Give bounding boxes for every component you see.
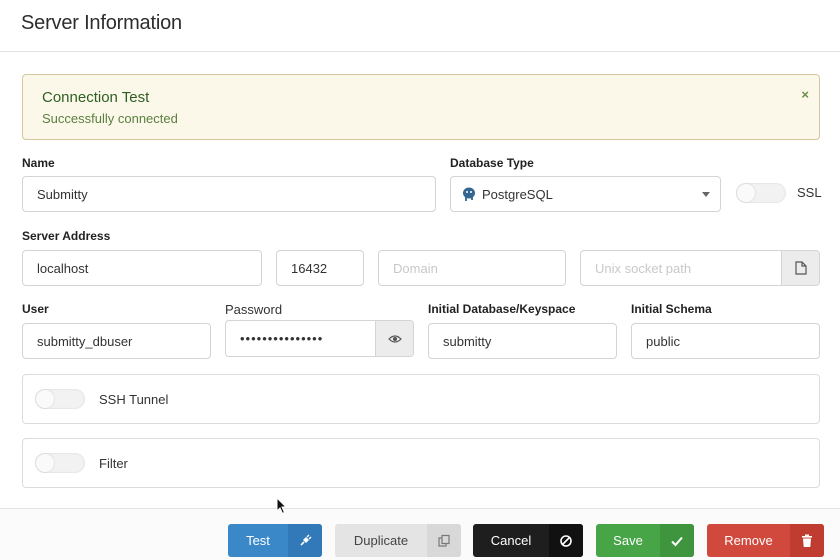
plug-icon: [288, 524, 322, 557]
port-input[interactable]: 16432: [276, 250, 364, 286]
file-icon[interactable]: [781, 251, 819, 285]
host-input[interactable]: localhost: [22, 250, 262, 286]
dialog-header: Server Information: [0, 0, 840, 52]
ssl-label: SSL: [797, 185, 822, 200]
user-label: User: [22, 302, 49, 316]
alert-title: Connection Test: [42, 89, 150, 106]
alert-message: Successfully connected: [42, 111, 178, 126]
save-button-label: Save: [613, 533, 643, 548]
copy-icon: [427, 524, 461, 557]
name-input[interactable]: Submitty: [22, 176, 436, 212]
initial-database-input[interactable]: submitty: [428, 323, 617, 359]
duplicate-button[interactable]: Duplicate: [335, 524, 461, 557]
domain-input[interactable]: Domain: [378, 250, 566, 286]
initial-database-label: Initial Database/Keyspace: [428, 302, 576, 316]
database-type-select[interactable]: PostgreSQL: [450, 176, 721, 212]
socket-path-input[interactable]: Unix socket path: [580, 250, 820, 286]
password-label: Password: [225, 302, 283, 317]
ssh-tunnel-toggle[interactable]: [35, 389, 85, 409]
filter-label: Filter: [99, 456, 128, 471]
cancel-button[interactable]: Cancel: [473, 524, 583, 557]
name-label: Name: [22, 156, 55, 170]
test-button[interactable]: Test: [228, 524, 322, 557]
page-title: Server Information: [21, 12, 182, 34]
filter-toggle[interactable]: [35, 453, 85, 473]
test-button-label: Test: [246, 533, 270, 548]
ssh-tunnel-label: SSH Tunnel: [99, 392, 169, 407]
remove-button[interactable]: Remove: [707, 524, 824, 557]
eye-icon[interactable]: [375, 321, 413, 356]
initial-schema-input[interactable]: public: [631, 323, 820, 359]
password-input[interactable]: •••••••••••••••: [225, 320, 414, 357]
user-input[interactable]: submitty_dbuser: [22, 323, 211, 359]
chevron-down-icon: [702, 192, 710, 197]
socket-path-placeholder: Unix socket path: [595, 260, 692, 276]
ssh-tunnel-panel: SSH Tunnel: [22, 374, 820, 424]
remove-button-label: Remove: [724, 533, 773, 548]
ssl-toggle[interactable]: [736, 183, 786, 203]
postgresql-elephant-icon: [461, 186, 477, 202]
database-type-value: PostgreSQL: [482, 186, 553, 202]
password-value: •••••••••••••••: [240, 331, 324, 346]
server-address-label: Server Address: [22, 229, 111, 243]
initial-schema-label: Initial Schema: [631, 302, 712, 316]
database-type-label: Database Type: [450, 156, 534, 170]
ban-icon: [549, 524, 583, 557]
close-icon[interactable]: ×: [801, 87, 809, 102]
save-button[interactable]: Save: [596, 524, 694, 557]
mouse-cursor-icon: [276, 496, 288, 520]
cancel-button-label: Cancel: [490, 533, 532, 548]
trash-icon: [790, 524, 824, 557]
connection-test-alert: Connection Test Successfully connected ×: [22, 74, 820, 140]
filter-panel: Filter: [22, 438, 820, 488]
duplicate-button-label: Duplicate: [353, 533, 409, 548]
check-icon: [660, 524, 694, 557]
